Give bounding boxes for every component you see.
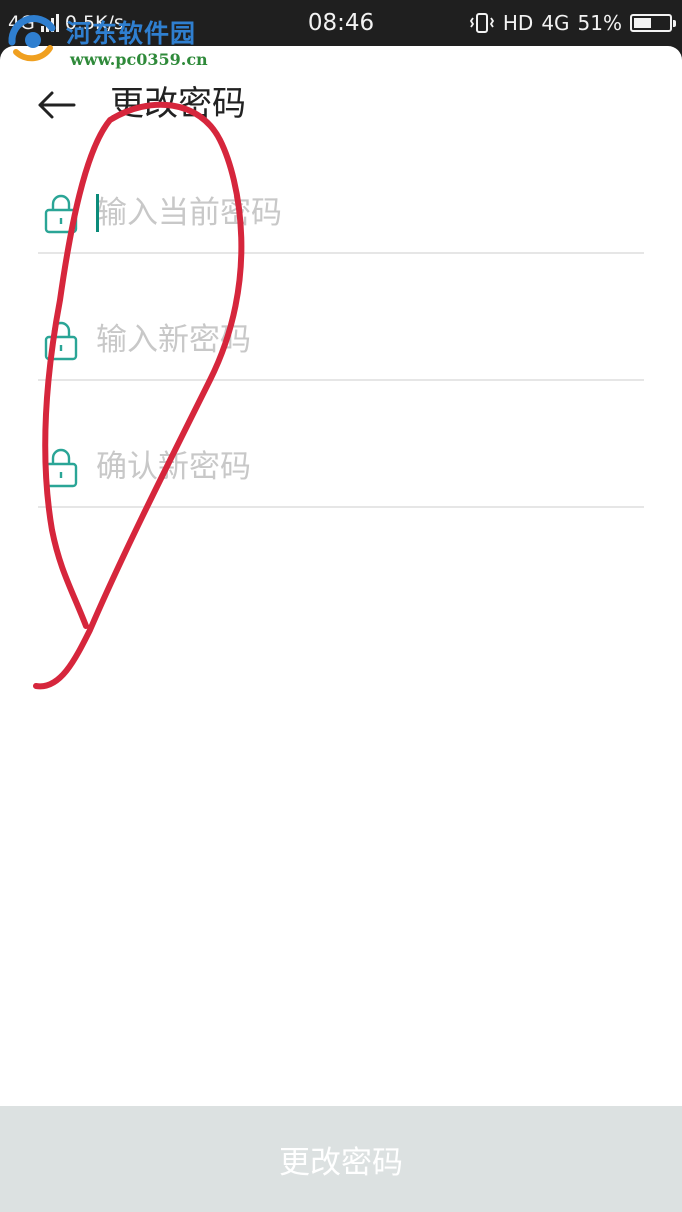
vibrate-icon	[469, 13, 494, 33]
phone-screen: 4G 0.5K/s 08:46 HD 4G 51% 更改密码 更改密码 河东软件…	[0, 0, 682, 1212]
battery-percent: 51%	[577, 11, 622, 35]
new-password-input[interactable]	[96, 317, 616, 363]
arrow-left-icon	[38, 91, 76, 119]
current-password-input[interactable]	[96, 190, 616, 236]
confirm-password-field[interactable]	[38, 418, 644, 508]
text-cursor	[96, 194, 99, 232]
lock-icon	[44, 321, 78, 361]
battery-level	[634, 18, 651, 28]
confirm-password-input[interactable]	[96, 444, 616, 490]
hd-indicator: HD	[502, 11, 534, 35]
change-password-page: 更改密码 更改密码	[0, 46, 682, 1212]
page-title: 更改密码	[110, 84, 246, 124]
lock-icon	[44, 448, 78, 488]
network-type-right: 4G	[541, 11, 570, 35]
status-bar: 4G 0.5K/s 08:46 HD 4G 51%	[0, 0, 682, 46]
back-button[interactable]	[28, 80, 84, 130]
change-password-button[interactable]: 更改密码	[0, 1106, 682, 1212]
new-password-field[interactable]	[38, 291, 644, 381]
status-right: HD 4G 51%	[469, 8, 676, 38]
current-password-field[interactable]	[38, 164, 644, 254]
lock-icon	[44, 194, 78, 234]
battery-icon	[630, 14, 676, 32]
app-bar: 更改密码	[0, 46, 682, 162]
